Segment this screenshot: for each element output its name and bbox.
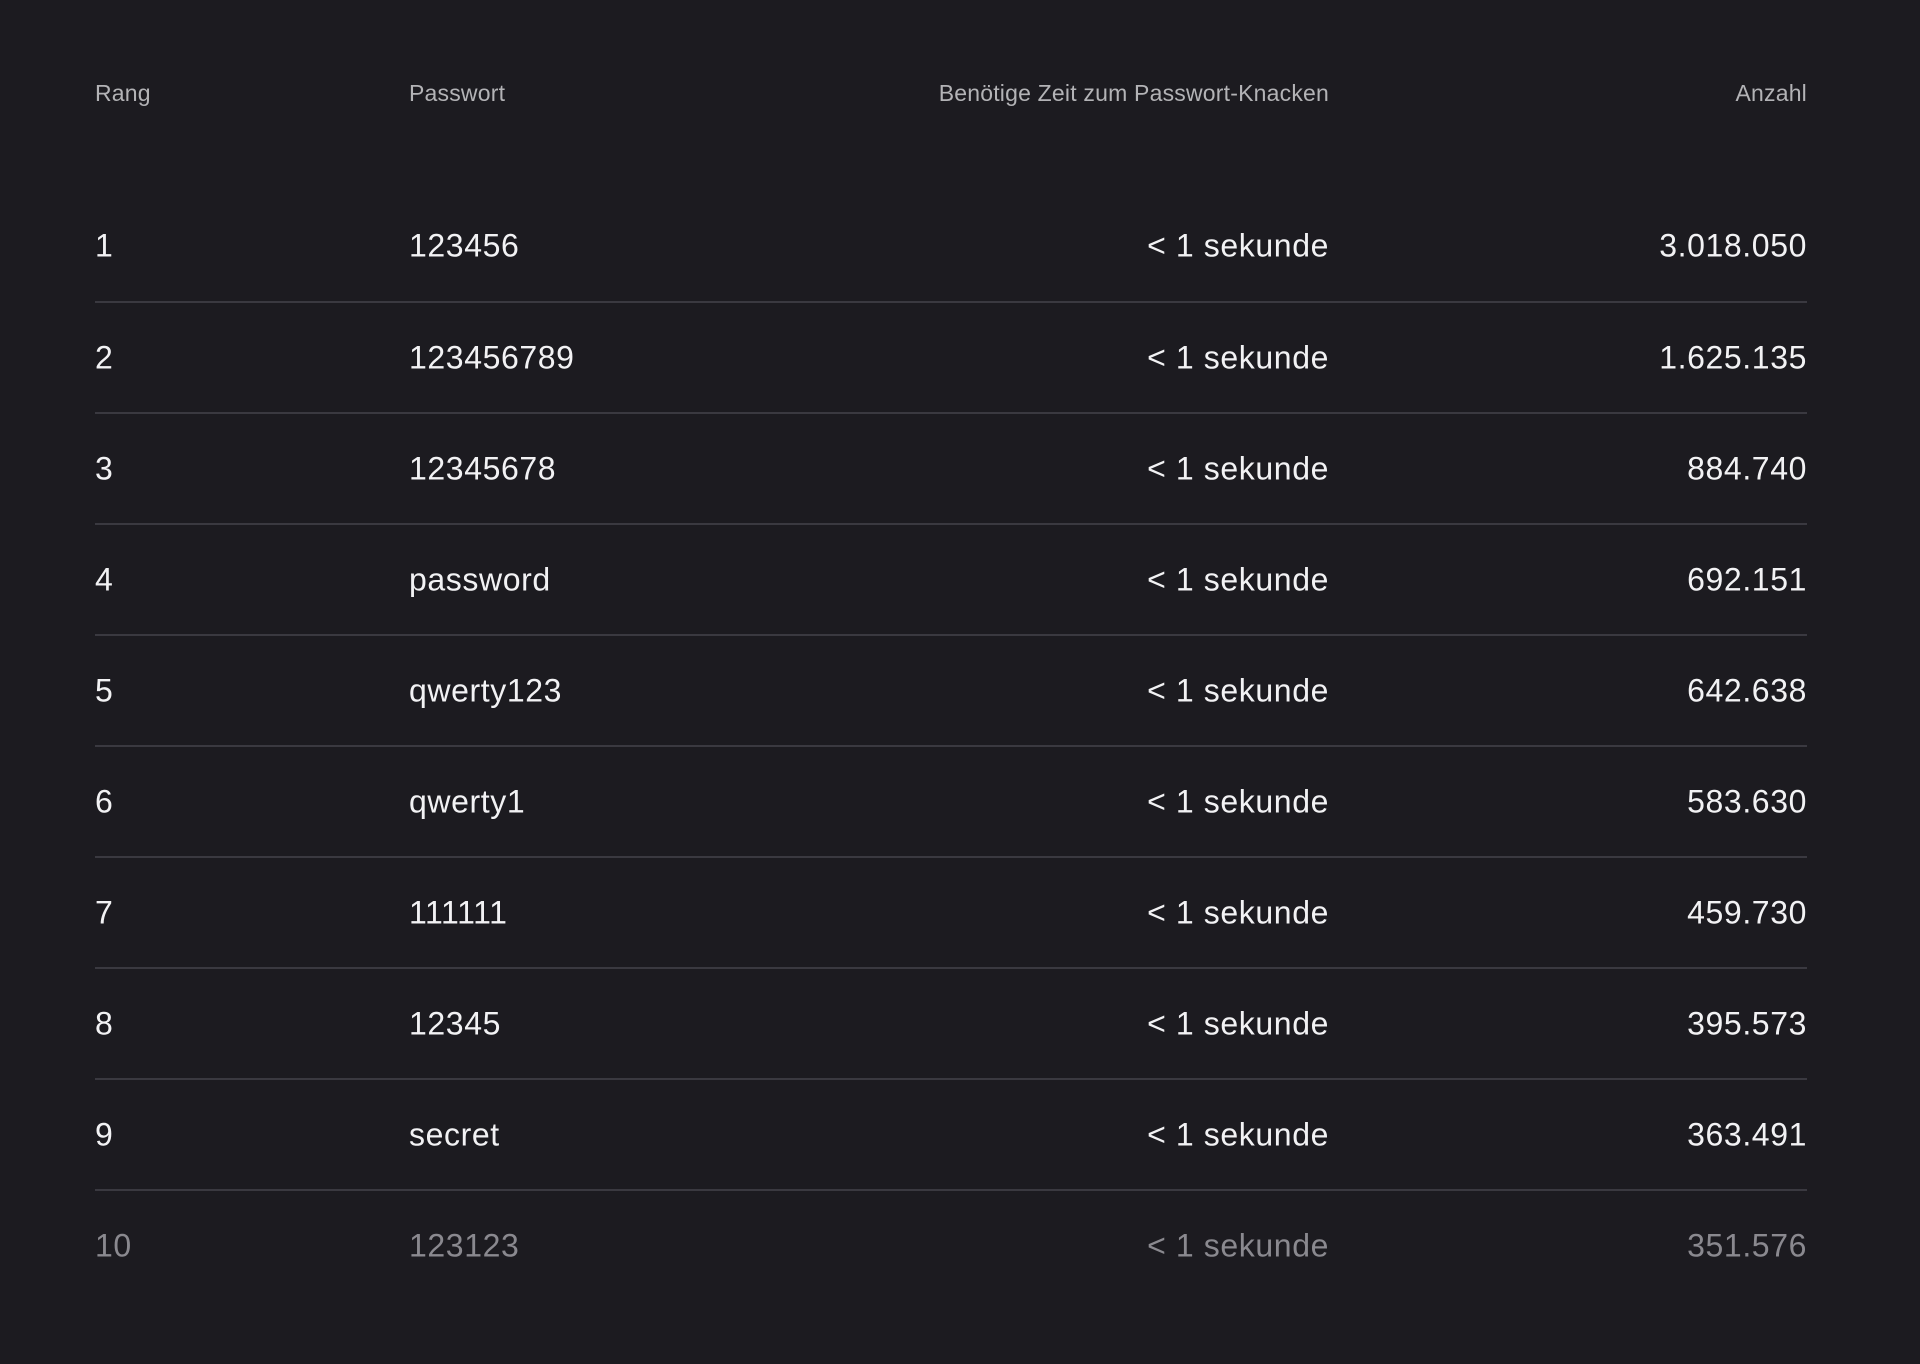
crack-time-cell: < 1 sekunde: [1147, 672, 1329, 708]
table-row: 9 secret < 1 sekunde 363.491: [95, 1078, 1807, 1189]
count-cell: 692.151: [1687, 561, 1807, 597]
table-row: 10 123123 < 1 sekunde 351.576: [95, 1189, 1807, 1300]
crack-time-cell: < 1 sekunde: [1147, 227, 1329, 263]
crack-time-cell: < 1 sekunde: [1147, 450, 1329, 486]
crack-time-cell: < 1 sekunde: [1147, 561, 1329, 597]
password-cell: 123456789: [409, 339, 575, 375]
rank-cell: 5: [95, 672, 114, 708]
password-cell: 123456: [409, 227, 520, 263]
header-password: Passwort: [409, 80, 506, 106]
table-row: 3 12345678 < 1 sekunde 884.740: [95, 412, 1807, 523]
rank-cell: 8: [95, 1005, 114, 1041]
crack-time-cell: < 1 sekunde: [1147, 1005, 1329, 1041]
header-count: Anzahl: [1735, 80, 1807, 106]
table-row: 4 password < 1 sekunde 692.151: [95, 523, 1807, 634]
count-cell: 884.740: [1687, 450, 1807, 486]
password-cell: qwerty123: [409, 672, 563, 708]
table-row: 2 123456789 < 1 sekunde 1.625.135: [95, 301, 1807, 412]
crack-time-cell: < 1 sekunde: [1147, 1116, 1329, 1152]
crack-time-cell: < 1 sekunde: [1147, 339, 1329, 375]
password-cell: qwerty1: [409, 783, 526, 819]
count-cell: 351.576: [1687, 1227, 1807, 1263]
crack-time-cell: < 1 sekunde: [1147, 783, 1329, 819]
table-header: Rang Passwort Benötige Zeit zum Passwort…: [95, 0, 1807, 190]
table-row: 1 123456 < 1 sekunde 3.018.050: [95, 190, 1807, 301]
header-rank: Rang: [95, 80, 151, 106]
rank-cell: 2: [95, 339, 114, 375]
header-crack-time: Benötige Zeit zum Passwort-Knacken: [938, 80, 1329, 106]
password-cell: 123123: [409, 1227, 520, 1263]
password-table: Rang Passwort Benötige Zeit zum Passwort…: [95, 0, 1807, 1300]
rank-cell: 1: [95, 227, 114, 263]
rank-cell: 4: [95, 561, 114, 597]
rank-cell: 9: [95, 1116, 114, 1152]
password-cell: 12345678: [409, 450, 557, 486]
password-cell: 12345: [409, 1005, 501, 1041]
crack-time-cell: < 1 sekunde: [1147, 894, 1329, 930]
count-cell: 395.573: [1687, 1005, 1807, 1041]
count-cell: 3.018.050: [1659, 227, 1807, 263]
table-row: 5 qwerty123 < 1 sekunde 642.638: [95, 634, 1807, 745]
password-cell: secret: [409, 1116, 500, 1152]
count-cell: 583.630: [1687, 783, 1807, 819]
password-cell: 111111: [409, 894, 508, 930]
rank-cell: 3: [95, 450, 114, 486]
table-row: 7 111111 < 1 sekunde 459.730: [95, 856, 1807, 967]
count-cell: 363.491: [1687, 1116, 1807, 1152]
crack-time-cell: < 1 sekunde: [1147, 1227, 1329, 1263]
table-body: 1 123456 < 1 sekunde 3.018.050 2 1234567…: [95, 190, 1807, 1300]
count-cell: 642.638: [1687, 672, 1807, 708]
table-row: 8 12345 < 1 sekunde 395.573: [95, 967, 1807, 1078]
rank-cell: 6: [95, 783, 114, 819]
rank-cell: 7: [95, 894, 114, 930]
table-row: 6 qwerty1 < 1 sekunde 583.630: [95, 745, 1807, 856]
rank-cell: 10: [95, 1227, 132, 1263]
count-cell: 1.625.135: [1659, 339, 1807, 375]
password-cell: password: [409, 561, 551, 597]
count-cell: 459.730: [1687, 894, 1807, 930]
